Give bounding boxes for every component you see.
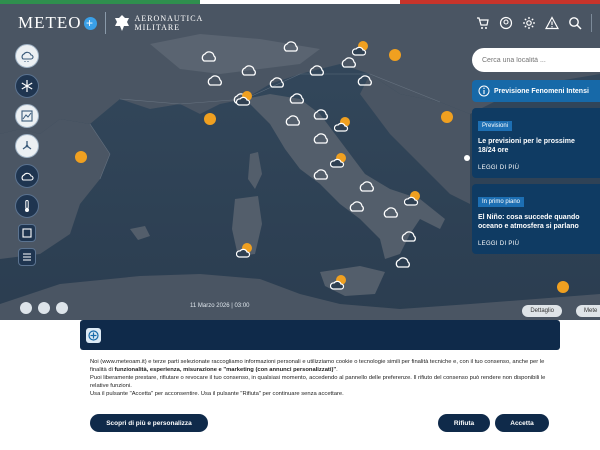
cloudy-icon[interactable] — [394, 256, 412, 268]
news-card-forecast[interactable]: Previsioni Le previsioni per le prossime… — [472, 108, 600, 178]
meteo-pill[interactable]: Mete — [576, 305, 600, 317]
news-title: Le previsioni per le prossime 18/24 ore — [478, 138, 575, 154]
right-panel: Previsione Fenomeni Intensi Previsioni L… — [472, 48, 600, 254]
cloudy-icon[interactable] — [308, 64, 326, 76]
cloudy-icon[interactable] — [312, 108, 330, 120]
layers-button[interactable] — [18, 224, 36, 242]
cloudy-icon[interactable] — [200, 50, 218, 62]
gear-icon[interactable] — [522, 16, 536, 30]
logo-text: METEO — [18, 13, 82, 32]
header-divider — [104, 12, 106, 34]
cookie-banner-header — [80, 320, 560, 350]
detail-pill[interactable]: Dettaglio — [522, 305, 562, 317]
sun-cloud-icon[interactable] — [330, 274, 348, 290]
cloudy-icon[interactable] — [358, 180, 376, 192]
layer-clouds-button[interactable] — [15, 164, 39, 188]
news-title: El Niño: cosa succede quando oceano e at… — [478, 214, 580, 230]
sun-cloud-icon[interactable] — [352, 40, 370, 56]
layer-satellite-button[interactable] — [15, 104, 39, 128]
cloudy-icon[interactable] — [206, 74, 224, 86]
cloudy-icon[interactable] — [400, 230, 418, 242]
legend-list-button[interactable] — [18, 248, 36, 266]
timeline-play-button[interactable] — [20, 302, 32, 314]
sun-cloud-icon[interactable] — [236, 90, 254, 106]
cookie-paragraph-2: Puoi liberamente prestare, rifiutare o r… — [90, 375, 546, 389]
list-icon — [23, 253, 31, 261]
cloud-icon — [21, 51, 34, 62]
thermometer-icon — [25, 200, 29, 212]
layer-temperature-button[interactable] — [15, 194, 39, 218]
cookie-paragraph-3: Usa il pulsante "Accetta" per acconsenti… — [90, 391, 344, 397]
wind-icon — [22, 141, 32, 150]
cloudy-icon[interactable] — [382, 206, 400, 218]
logo-plus-icon: + — [83, 16, 97, 30]
cloudy-icon[interactable] — [356, 74, 374, 86]
reject-button[interactable]: Rifiuta — [438, 414, 490, 432]
cloudy-icon[interactable] — [312, 168, 330, 180]
site-badge-icon — [88, 329, 99, 341]
intense-phenomena-card[interactable]: Previsione Fenomeni Intensi — [472, 80, 600, 102]
layer-snow-button[interactable] — [15, 74, 39, 98]
read-more-link[interactable]: LEGGI DI PIÙ — [478, 165, 594, 171]
am-line-1: AERONAUTICA — [134, 14, 204, 23]
sun-cloud-icon[interactable] — [330, 152, 348, 168]
search-icon[interactable] — [568, 16, 582, 30]
read-more-link[interactable]: LEGGI DI PIÙ — [478, 241, 594, 247]
layers-icon — [22, 228, 32, 238]
layer-wind-button[interactable] — [15, 134, 39, 158]
cloud-outline-icon — [21, 172, 34, 181]
news-card-highlight[interactable]: In primo piano El Niño: cosa succede qua… — [472, 184, 600, 254]
layer-precipitation-button[interactable] — [15, 44, 39, 68]
aeronautica-emblem-icon — [114, 15, 129, 31]
cart-icon[interactable] — [476, 16, 490, 30]
cloudy-icon[interactable] — [348, 200, 366, 212]
sun-cloud-icon[interactable] — [334, 116, 352, 132]
intense-phenomena-title: Previsione Fenomeni Intensi — [494, 87, 589, 95]
timeline-step-button[interactable] — [56, 302, 68, 314]
cookie-logo — [86, 327, 101, 343]
sun-cloud-icon[interactable] — [236, 242, 254, 258]
cookie-paragraph-1: Noi (www.meteoam.it) e terze parti selez… — [90, 359, 545, 373]
cloudy-icon[interactable] — [340, 56, 358, 68]
search-input[interactable] — [482, 56, 592, 64]
cloudy-icon[interactable] — [312, 132, 330, 144]
accept-button[interactable]: Accetta — [495, 414, 549, 432]
timeline-date-label: 11 Marzo 2026 | 03:00 — [190, 303, 250, 309]
meteo-logo[interactable]: METEO + — [18, 13, 97, 33]
sun-icon[interactable] — [203, 112, 217, 126]
site-header: METEO + AERONAUTICA MILITARE — [0, 4, 600, 42]
sun-icon[interactable] — [74, 150, 88, 164]
layer-sidebar — [15, 44, 39, 266]
sun-icon[interactable] — [388, 48, 402, 62]
cloudy-icon[interactable] — [268, 76, 286, 88]
am-line-2: MILITARE — [134, 23, 181, 32]
cookie-notice-text: Noi (www.meteoam.it) e terze parti selez… — [90, 358, 555, 398]
sun-cloud-icon[interactable] — [404, 190, 422, 206]
cloudy-icon[interactable] — [288, 92, 306, 104]
location-search[interactable] — [472, 48, 600, 72]
header-separator — [591, 14, 592, 32]
aeronautica-militare-logo[interactable]: AERONAUTICA MILITARE — [114, 14, 204, 32]
cloudy-icon[interactable] — [240, 64, 258, 76]
sun-icon[interactable] — [556, 280, 570, 294]
warning-icon[interactable] — [545, 16, 559, 30]
snowflake-icon — [21, 80, 33, 92]
location-pin-icon[interactable] — [463, 154, 471, 162]
sun-icon[interactable] — [440, 110, 454, 124]
customize-cookies-button[interactable]: Scopri di più e personalizza — [90, 414, 208, 432]
cloudy-icon[interactable] — [284, 114, 302, 126]
info-icon — [478, 85, 490, 97]
account-icon[interactable] — [499, 16, 513, 30]
news-badge: Previsioni — [478, 121, 513, 131]
satellite-image-icon — [21, 110, 33, 122]
news-badge: In primo piano — [478, 197, 525, 207]
timeline-step-button[interactable] — [38, 302, 50, 314]
time-slider[interactable]: 11 Marzo 2026 | 03:00 — [0, 300, 600, 316]
